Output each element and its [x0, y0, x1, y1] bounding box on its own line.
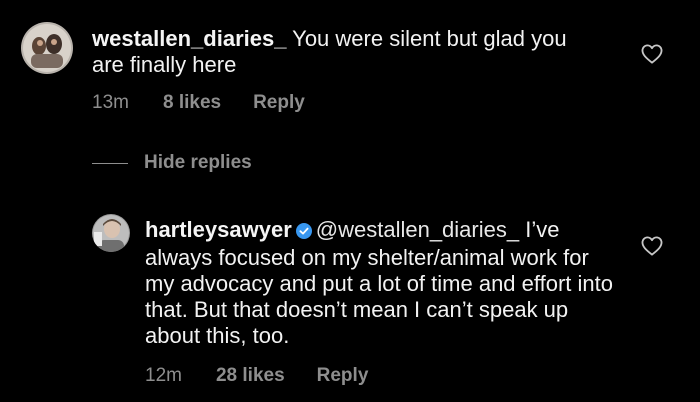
- reply-avatar[interactable]: [92, 214, 130, 252]
- heart-outline-icon: [641, 236, 663, 256]
- comment-username[interactable]: westallen_diaries_: [92, 26, 286, 51]
- comment-body: westallen_diaries_ You were silent but g…: [92, 26, 602, 78]
- comment-avatar[interactable]: [21, 22, 73, 74]
- hide-replies-button[interactable]: Hide replies: [92, 152, 252, 174]
- hide-replies-label: Hide replies: [144, 152, 252, 173]
- comment-reply-button[interactable]: Reply: [253, 92, 305, 114]
- avatar-photo-icon: [92, 214, 130, 252]
- verified-badge-icon: [295, 219, 312, 245]
- comment-time: 13m: [92, 92, 129, 113]
- reply-mention[interactable]: @westallen_diaries_: [316, 217, 519, 242]
- avatar-photo-icon: [21, 22, 73, 74]
- heart-outline-icon: [641, 44, 663, 64]
- comment-meta: 13m 8 likes Reply: [92, 92, 305, 114]
- reply-reply-button[interactable]: Reply: [317, 365, 369, 387]
- reply-time: 12m: [145, 365, 182, 386]
- comment-likes[interactable]: 8 likes: [163, 92, 221, 114]
- reply-like-button[interactable]: [641, 236, 663, 261]
- reply-body: hartleysawyer @westallen_diaries_ I’ve al…: [145, 217, 615, 349]
- hide-replies-divider: [92, 162, 128, 164]
- reply-username[interactable]: hartleysawyer: [145, 217, 292, 242]
- comment-like-button[interactable]: [641, 44, 663, 69]
- reply-likes[interactable]: 28 likes: [216, 365, 285, 387]
- reply-meta: 12m 28 likes Reply: [145, 365, 368, 387]
